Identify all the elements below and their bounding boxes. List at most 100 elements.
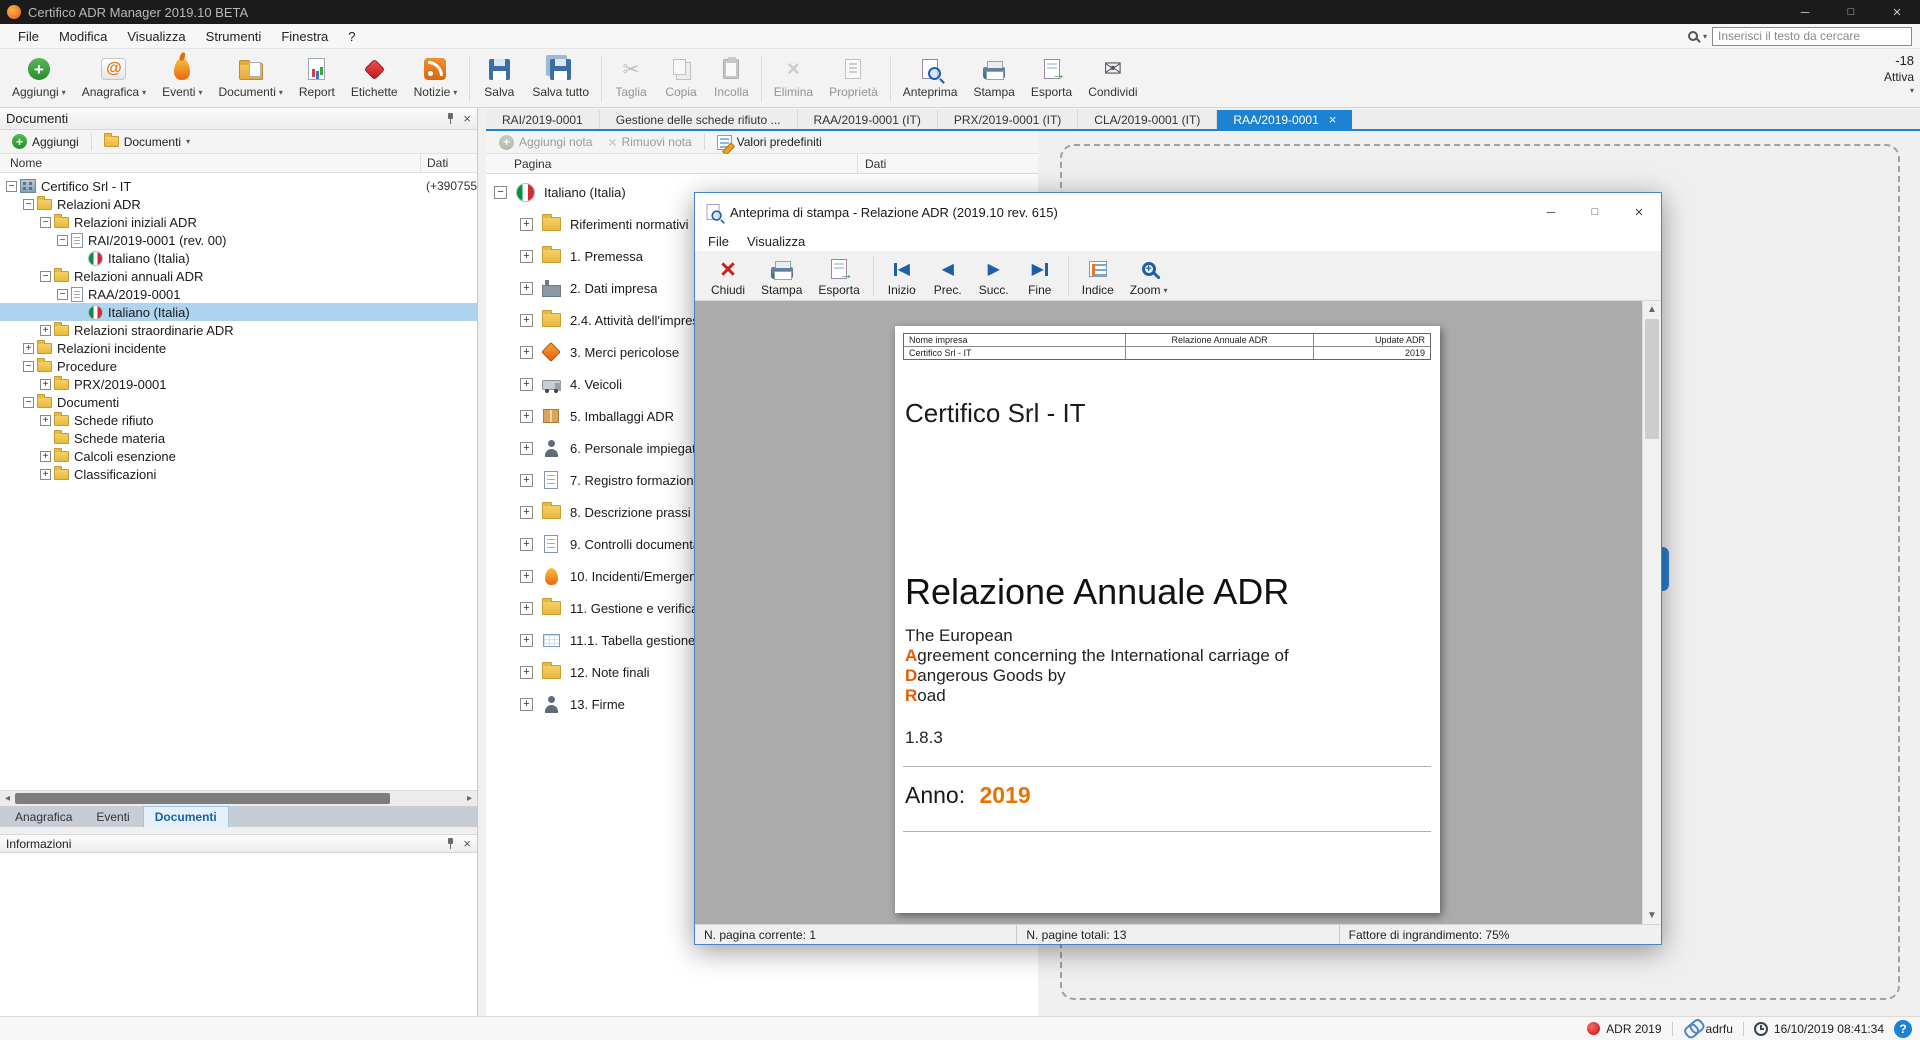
dialog-menu-file[interactable]: File <box>699 232 738 251</box>
tree-expander-icon[interactable]: − <box>494 186 507 199</box>
tree-expander-icon[interactable]: + <box>40 325 51 336</box>
vertical-scrollbar[interactable]: ▲ ▼ <box>1642 301 1661 924</box>
tree-item-italiano-italia[interactable]: Italiano (Italia) <box>0 303 477 321</box>
tree-expander-icon[interactable]: + <box>520 346 533 359</box>
close-panel-icon[interactable]: × <box>463 836 471 851</box>
column-dati[interactable]: Dati <box>420 154 448 172</box>
tree-item-relazioni-straordinarie-adr[interactable]: +Relazioni straordinarie ADR <box>0 321 477 339</box>
menu-modifica[interactable]: Modifica <box>49 26 117 47</box>
menu-file[interactable]: File <box>8 26 49 47</box>
tree-expander-icon[interactable]: + <box>520 282 533 295</box>
panel-tab-anagrafica[interactable]: Anagrafica <box>4 806 83 827</box>
tree-expander-icon[interactable]: + <box>520 218 533 231</box>
tree-expander-icon[interactable]: + <box>520 666 533 679</box>
scroll-left-icon[interactable]: ◂ <box>0 791 15 806</box>
search-caret-icon[interactable]: ▾ <box>1703 32 1707 41</box>
tree-expander-icon[interactable]: − <box>23 199 34 210</box>
ribbon-esporta-button[interactable]: Esporta <box>1023 51 1080 107</box>
tree-item-relazioni-iniziali-adr[interactable]: −Relazioni iniziali ADR <box>0 213 477 231</box>
panel-tab-eventi[interactable]: Eventi <box>85 806 140 827</box>
tree-expander-icon[interactable]: − <box>40 217 51 228</box>
tree-item-procedure[interactable]: −Procedure <box>0 357 477 375</box>
tree-item-calcoli-esenzione[interactable]: +Calcoli esenzione <box>0 447 477 465</box>
dialog-indice-button[interactable]: Indice <box>1074 252 1122 300</box>
pin-icon[interactable] <box>445 112 455 125</box>
tree-expander-icon[interactable]: − <box>57 235 68 246</box>
tree-expander-icon[interactable]: + <box>40 379 51 390</box>
valori-predefiniti-button[interactable]: Valori predefiniti <box>710 133 829 152</box>
tree-expander-icon[interactable]: + <box>520 410 533 423</box>
ribbon-incolla-button[interactable]: Incolla <box>706 51 757 107</box>
tree-expander-icon[interactable]: + <box>520 506 533 519</box>
document-tab-raa-2019-0001[interactable]: RAA/2019-0001× <box>1217 110 1352 129</box>
column-pagina[interactable]: Pagina <box>486 157 551 171</box>
status-adrfu[interactable]: adrfu <box>1683 1022 1733 1036</box>
dialog-prec-button[interactable]: ◀Prec. <box>925 252 971 300</box>
dialog-zoom-button[interactable]: Zoom▾ <box>1122 252 1176 300</box>
tree-expander-icon[interactable]: + <box>520 378 533 391</box>
status-adr-2019[interactable]: ADR 2019 <box>1587 1022 1661 1036</box>
add-document-button[interactable]: + Aggiungi <box>5 132 86 151</box>
ribbon-notizie-button[interactable]: Notizie▾ <box>406 51 466 107</box>
close-button[interactable]: × <box>1874 0 1920 24</box>
document-tab-gestione-delle-schede-rifiuto[interactable]: Gestione delle schede rifiuto ... <box>600 110 798 129</box>
document-tab-rai-2019-0001[interactable]: RAI/2019-0001 <box>486 110 600 129</box>
tree-expander-icon[interactable]: − <box>40 271 51 282</box>
tree-expander-icon[interactable]: − <box>23 361 34 372</box>
documents-scope-button[interactable]: Documenti ▾ <box>97 133 197 151</box>
tree-expander-icon[interactable]: − <box>6 181 17 192</box>
search-icon[interactable] <box>1688 31 1698 41</box>
tree-expander-icon[interactable]: + <box>520 634 533 647</box>
ribbon-documenti-button[interactable]: Documenti▾ <box>211 51 291 107</box>
tree-item-relazioni-incidente[interactable]: +Relazioni incidente <box>0 339 477 357</box>
ribbon-proprieta-button[interactable]: Proprietà <box>821 51 886 107</box>
ribbon-aggiungi-button[interactable]: +Aggiungi▾ <box>4 51 74 107</box>
document-tab-prx-2019-0001-it[interactable]: PRX/2019-0001 (IT) <box>938 110 1078 129</box>
tree-expander-icon[interactable]: − <box>57 289 68 300</box>
column-dati[interactable]: Dati <box>857 154 886 173</box>
close-button[interactable]: × <box>1617 193 1661 231</box>
ribbon-etichette-button[interactable]: Etichette <box>343 51 406 107</box>
ribbon-eventi-button[interactable]: Eventi▾ <box>154 51 210 107</box>
status-16-10-2019-08-41-34[interactable]: 16/10/2019 08:41:34 <box>1754 1022 1884 1036</box>
tree-expander-icon[interactable]: + <box>520 250 533 263</box>
tree-expander-icon[interactable]: + <box>520 570 533 583</box>
tree-item-classificazioni[interactable]: +Classificazioni <box>0 465 477 483</box>
column-nome[interactable]: Nome <box>0 156 42 170</box>
tree-item-italiano-italia[interactable]: Italiano (Italia) <box>0 249 477 267</box>
document-tab-cla-2019-0001-it[interactable]: CLA/2019-0001 (IT) <box>1078 110 1217 129</box>
menu-strumenti[interactable]: Strumenti <box>196 26 272 47</box>
scroll-right-icon[interactable]: ▸ <box>462 791 477 806</box>
scrollbar-thumb[interactable] <box>1645 319 1659 439</box>
aggiungi-nota-button[interactable]: +Aggiungi nota <box>492 133 599 152</box>
tree-item-rai-2019-0001-rev-00[interactable]: −RAI/2019-0001 (rev. 00) <box>0 231 477 249</box>
ribbon-salva-tutto-button[interactable]: Salva tutto <box>524 51 597 107</box>
tree-item-schede-materia[interactable]: Schede materia <box>0 429 477 447</box>
document-tab-raa-2019-0001-it[interactable]: RAA/2019-0001 (IT) <box>798 110 938 129</box>
ribbon-anagrafica-button[interactable]: @Anagrafica▾ <box>74 51 154 107</box>
ribbon-salva-button[interactable]: Salva <box>474 51 524 107</box>
dialog-chiudi-button[interactable]: ×Chiudi <box>703 252 753 300</box>
tree-expander-icon[interactable]: + <box>520 474 533 487</box>
rimuovi-nota-button[interactable]: ×Rimuovi nota <box>601 132 698 152</box>
minimize-button[interactable]: ─ <box>1782 0 1828 24</box>
ribbon-anteprima-button[interactable]: Anteprima <box>895 51 966 107</box>
ribbon-taglia-button[interactable]: ✂Taglia <box>606 51 656 107</box>
tree-expander-icon[interactable]: + <box>40 469 51 480</box>
close-panel-icon[interactable]: × <box>463 111 471 126</box>
scroll-down-icon[interactable]: ▼ <box>1643 907 1661 924</box>
ribbon-stampa-button[interactable]: Stampa <box>965 51 1022 107</box>
pin-icon[interactable] <box>445 837 455 850</box>
ribbon-elimina-button[interactable]: ×Elimina <box>766 51 821 107</box>
tree-item-relazioni-annuali-adr[interactable]: −Relazioni annuali ADR <box>0 267 477 285</box>
dialog-succ-button[interactable]: ▶Succ. <box>971 252 1017 300</box>
tree-expander-icon[interactable]: + <box>520 538 533 551</box>
dialog-inizio-button[interactable]: ◀Inizio <box>879 252 925 300</box>
tree-expander-icon[interactable]: + <box>520 314 533 327</box>
tree-expander-icon[interactable]: + <box>40 415 51 426</box>
dialog-fine-button[interactable]: ▶Fine <box>1017 252 1063 300</box>
tree-expander-icon[interactable]: + <box>23 343 34 354</box>
help-button[interactable]: ? <box>1894 1020 1912 1038</box>
scrollbar-thumb[interactable] <box>15 793 390 804</box>
license-status[interactable]: -18 Attiva ▾ <box>1884 53 1914 95</box>
